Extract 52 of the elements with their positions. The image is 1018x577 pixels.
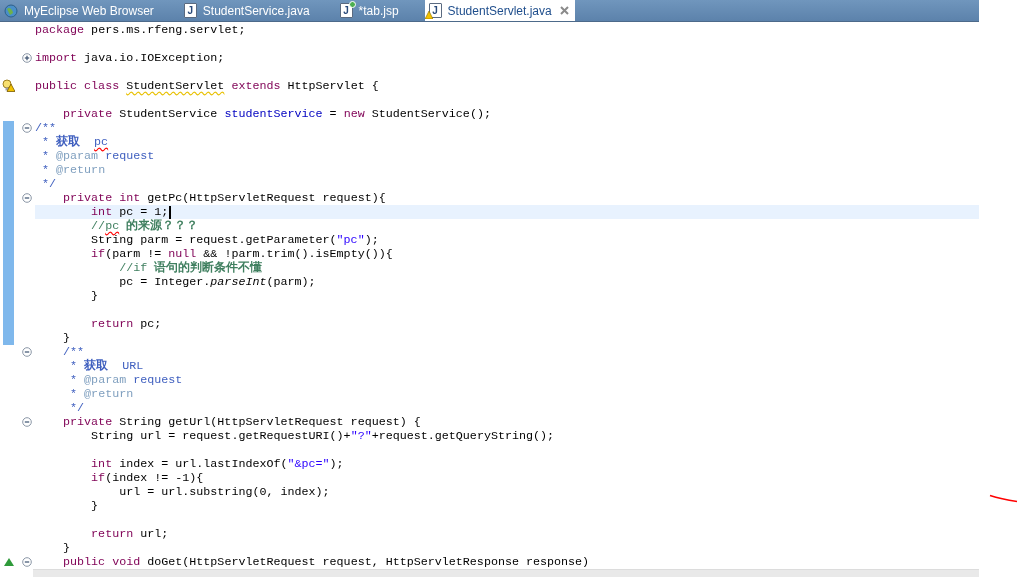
code-line: //pc 的来源？？？ <box>90 219 199 233</box>
code-line: private String getUrl(HttpServletRequest request) { <box>62 415 421 429</box>
editor-tab[interactable]: J *tab.jsp <box>335 0 425 21</box>
code-line: String parm = request.getParameter("pc"); <box>90 233 379 247</box>
code-line: * 获取 URL <box>69 359 144 373</box>
code-line: int pc = 1; <box>90 205 169 219</box>
code-line: } <box>62 331 71 345</box>
editor-tab[interactable]: J StudentServlet.java <box>424 0 575 21</box>
jsp-file-icon: J <box>339 3 353 18</box>
code-line: //if 语句的判断条件不懂 <box>118 261 263 275</box>
horizontal-scrollbar[interactable] <box>33 569 979 577</box>
collapse-icon[interactable] <box>22 557 32 567</box>
collapse-icon[interactable] <box>22 193 32 203</box>
editor-tab[interactable]: MyEclipse Web Browser <box>0 0 180 21</box>
pen-stroke <box>989 494 1018 503</box>
code-line: if(index != -1){ <box>90 471 204 485</box>
collapse-icon[interactable] <box>22 123 32 133</box>
code-line: * @param request <box>41 149 155 163</box>
lightbulb-warning-icon[interactable] <box>2 79 15 92</box>
code-line: */ <box>69 401 85 415</box>
java-file-icon: J <box>183 3 197 18</box>
code-line: int index = url.lastIndexOf("&pc="); <box>90 457 344 471</box>
code-line: pc = Integer.parseInt(parm); <box>118 275 316 289</box>
code-line: return pc; <box>90 317 162 331</box>
code-line: * @param request <box>69 373 183 387</box>
code-line: } <box>62 541 71 555</box>
code-line: } <box>90 499 99 513</box>
code-line: package pers.ms.rfeng.servlet; <box>35 23 246 37</box>
code-line: url = url.substring(0, index); <box>118 485 330 499</box>
close-icon[interactable] <box>559 6 569 15</box>
expand-icon[interactable] <box>22 53 32 63</box>
collapse-icon[interactable] <box>22 347 32 357</box>
editor-tab[interactable]: J StudentService.java <box>179 0 336 21</box>
code-line: import java.io.IOException; <box>35 51 225 65</box>
code-line: private int getPc(HttpServletRequest request){ <box>62 191 386 205</box>
code-line: public void doGet(HttpServletRequest request, HttpServletResponse response) <box>62 555 590 569</box>
collapse-icon[interactable] <box>22 417 32 427</box>
code-line: return url; <box>90 527 169 541</box>
code-line: } <box>90 289 99 303</box>
code-line: public class StudentServlet extends HttpServlet { <box>35 79 379 93</box>
code-line: /** <box>35 121 57 135</box>
code-line: String url = request.getRequestURI()+"?"+request.getQueryString(); <box>90 429 555 443</box>
java-file-icon: J <box>428 3 442 18</box>
code-line: private StudentService studentService = new StudentService(); <box>62 107 491 121</box>
code-line: if(parm != null && !parm.trim().isEmpty()){ <box>90 247 393 261</box>
code-line: /** <box>62 345 85 359</box>
code-line: * @return <box>41 163 106 177</box>
code-line: */ <box>41 177 57 191</box>
code-line: * @return <box>69 387 134 401</box>
code-line: * 获取 pc <box>41 135 109 149</box>
text-caret <box>169 205 172 219</box>
triangle-icon[interactable] <box>4 558 14 566</box>
